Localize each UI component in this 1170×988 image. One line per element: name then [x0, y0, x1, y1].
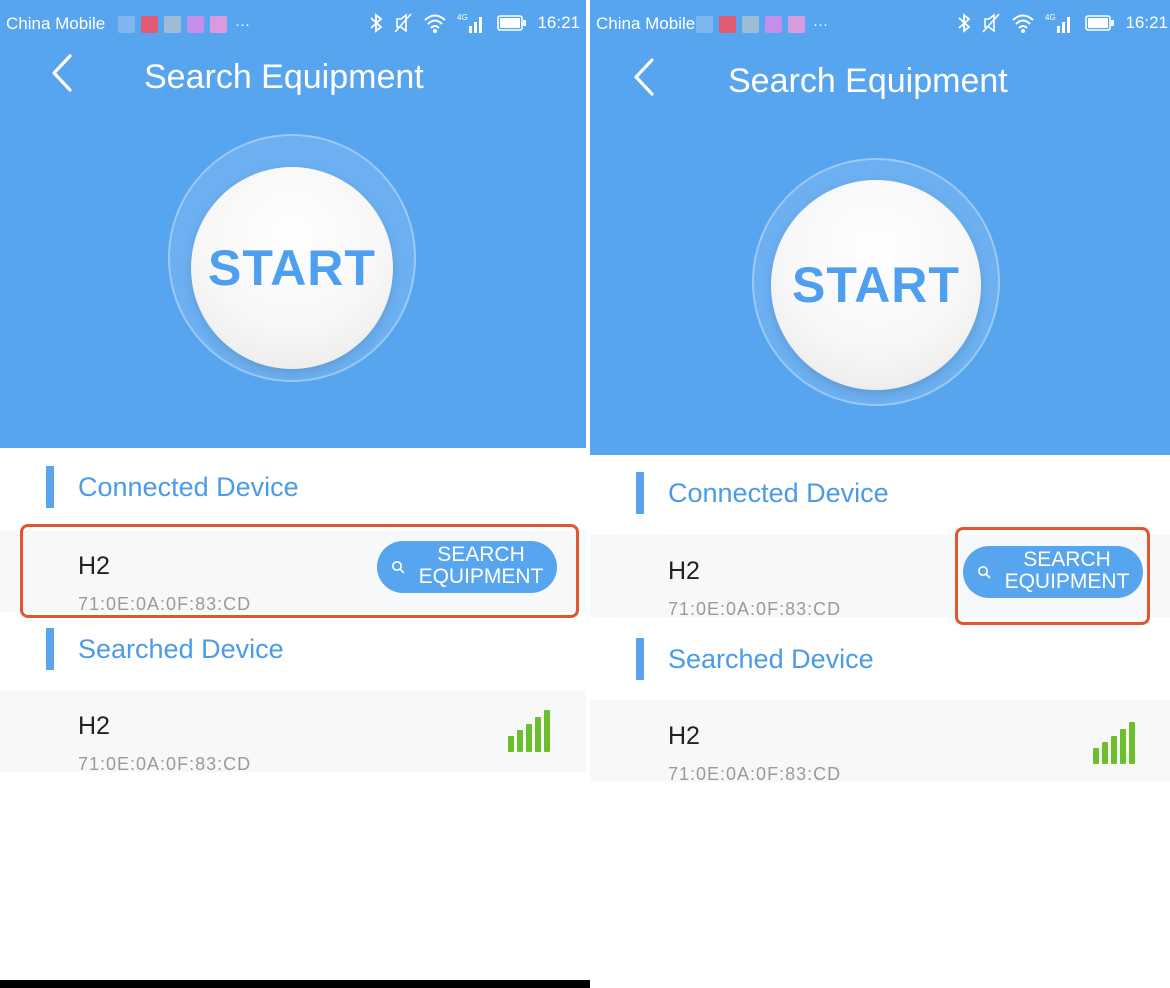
- signal-bar: [535, 717, 541, 752]
- mute-icon: [982, 13, 1001, 33]
- device-mac-address: 71:0E:0A:0F:83:CD: [668, 599, 842, 617]
- notification-app-icon: [141, 15, 158, 33]
- signal-bar: [1111, 736, 1117, 764]
- header: China Mobile ··· 4G 16:21 Search Equipme: [0, 0, 586, 448]
- signal-bar: [517, 730, 523, 752]
- wifi-icon: [1012, 14, 1035, 33]
- signal-strength-icon: [1093, 722, 1135, 764]
- bluetooth-icon: [370, 13, 383, 33]
- searched-device-heading: Searched Device: [668, 644, 874, 674]
- start-button[interactable]: START: [771, 180, 981, 390]
- status-bar: China Mobile ··· 4G 16:21: [590, 0, 1170, 50]
- system-icons: 4G 16:21: [369, 12, 580, 34]
- section-accent-bar: [46, 466, 54, 508]
- search-equipment-button[interactable]: SEARCH EQUIPMENT: [377, 541, 557, 593]
- device-mac-address: 71:0E:0A:0F:83:CD: [668, 764, 842, 782]
- clock: 16:21: [537, 13, 580, 32]
- search-equipment-label: SEARCH EQUIPMENT: [993, 549, 1141, 593]
- back-button[interactable]: [48, 52, 78, 94]
- start-button-label: START: [792, 257, 960, 313]
- page-title: Search Equipment: [728, 62, 1008, 100]
- notification-app-icon: [118, 15, 135, 33]
- searched-device-heading: Searched Device: [78, 634, 284, 664]
- connected-device-row[interactable]: H2 71:0E:0A:0F:83:CD SEARCH EQUIPMENT: [590, 535, 1170, 617]
- cellular-signal-icon: 4G: [1045, 13, 1071, 33]
- searched-device-section-header: Searched Device: [590, 634, 1170, 684]
- section-accent-bar: [46, 628, 54, 670]
- search-icon: [978, 566, 991, 579]
- cellular-signal-icon: 4G: [457, 13, 483, 33]
- searched-device-row[interactable]: H2 71:0E:0A:0F:83:CD: [0, 690, 586, 772]
- network-type: 4G: [457, 13, 468, 22]
- system-icons: 4G 16:21: [957, 12, 1168, 34]
- search-icon: [392, 561, 405, 574]
- start-button-label: START: [208, 240, 376, 296]
- battery-icon: [1085, 15, 1115, 31]
- carrier-name: China Mobile: [6, 14, 106, 33]
- signal-bar: [526, 724, 532, 752]
- notification-app-icon: [765, 15, 782, 33]
- notification-app-icon: [696, 15, 713, 33]
- device-name: H2: [78, 552, 110, 580]
- section-accent-bar: [636, 472, 644, 514]
- more-notifications-icon: ···: [235, 15, 250, 33]
- header: China Mobile ··· 4G 16:21 Search Equipme: [590, 0, 1170, 455]
- chevron-left-icon: [52, 54, 72, 92]
- notification-app-icon: [210, 15, 227, 33]
- wifi-icon: [424, 14, 447, 33]
- left-screenshot: China Mobile ··· 4G 16:21 Search Equipme: [0, 0, 586, 988]
- clock: 16:21: [1125, 13, 1168, 32]
- bottom-black-bar: [0, 980, 590, 988]
- search-equipment-label-line2: EQUIPMENT: [1004, 570, 1130, 593]
- connected-device-heading: Connected Device: [668, 478, 889, 508]
- status-bar: China Mobile ··· 4G 16:21: [0, 0, 586, 50]
- signal-bar: [1102, 742, 1108, 764]
- more-notifications-icon: ···: [813, 15, 828, 33]
- page-title: Search Equipment: [144, 58, 424, 96]
- searched-device-section-header: Searched Device: [0, 624, 586, 674]
- chevron-left-icon: [634, 58, 654, 96]
- search-equipment-label-line1: SEARCH: [437, 543, 525, 566]
- start-button[interactable]: START: [191, 167, 393, 369]
- searched-device-row[interactable]: H2 71:0E:0A:0F:83:CD: [590, 700, 1170, 782]
- search-equipment-label-line2: EQUIPMENT: [418, 565, 544, 588]
- search-equipment-label: SEARCH EQUIPMENT: [407, 544, 555, 588]
- notification-app-icon: [788, 15, 805, 33]
- notification-app-icon: [187, 15, 204, 33]
- device-mac-address: 71:0E:0A:0F:83:CD: [78, 754, 252, 772]
- signal-strength-icon: [508, 710, 550, 752]
- back-button[interactable]: [630, 56, 660, 98]
- device-mac-address: 71:0E:0A:0F:83:CD: [78, 594, 252, 612]
- search-equipment-button[interactable]: SEARCH EQUIPMENT: [963, 546, 1143, 598]
- signal-bar: [1093, 748, 1099, 764]
- battery-icon: [497, 15, 527, 31]
- mute-icon: [394, 13, 413, 33]
- connected-device-row[interactable]: H2 71:0E:0A:0F:83:CD SEARCH EQUIPMENT: [0, 530, 586, 612]
- device-name: H2: [78, 712, 110, 740]
- connected-device-section-header: Connected Device: [590, 468, 1170, 518]
- notification-icons: ···: [118, 14, 250, 34]
- connected-device-section-header: Connected Device: [0, 462, 586, 512]
- device-name: H2: [668, 557, 700, 585]
- signal-bar: [544, 710, 550, 752]
- notification-app-icon: [164, 15, 181, 33]
- signal-bar: [1129, 722, 1135, 764]
- notification-app-icon: [742, 15, 759, 33]
- right-screenshot: China Mobile ··· 4G 16:21 Search Equipme: [590, 0, 1170, 988]
- signal-bar: [1120, 729, 1126, 764]
- search-equipment-label-line1: SEARCH: [1023, 548, 1111, 571]
- carrier-name: China Mobile: [596, 14, 696, 33]
- device-name: H2: [668, 722, 700, 750]
- section-accent-bar: [636, 638, 644, 680]
- bluetooth-icon: [958, 13, 971, 33]
- signal-bar: [508, 736, 514, 752]
- network-type: 4G: [1045, 13, 1056, 22]
- notification-app-icon: [719, 15, 736, 33]
- connected-device-heading: Connected Device: [78, 472, 299, 502]
- notification-icons: ···: [696, 14, 828, 34]
